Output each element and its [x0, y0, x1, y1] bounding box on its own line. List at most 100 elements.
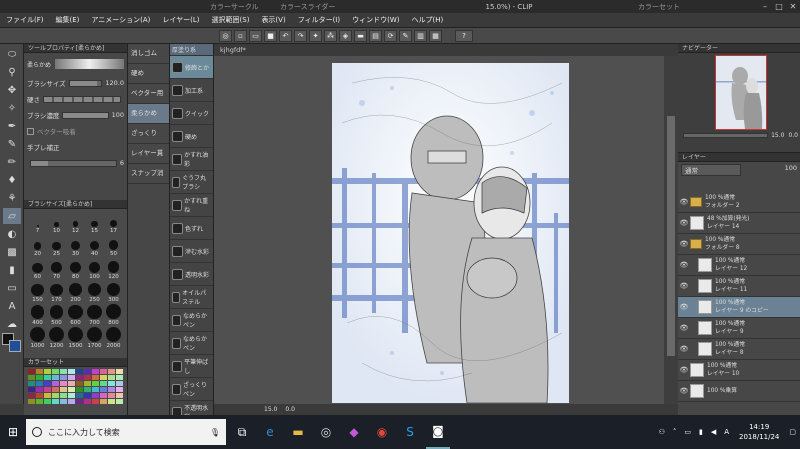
- chrome-icon[interactable]: ◉: [370, 415, 394, 449]
- brush-size-option[interactable]: 20: [28, 234, 47, 257]
- brush-size-option[interactable]: 100: [85, 257, 104, 280]
- subtool-item[interactable]: かすれ重ね: [170, 194, 213, 217]
- visibility-eye-icon[interactable]: 👁: [678, 303, 690, 311]
- color-swatch[interactable]: [52, 375, 59, 380]
- windows-start-icon[interactable]: ⊞: [0, 415, 26, 449]
- color-swatch[interactable]: [60, 381, 67, 386]
- layer-row[interactable]: 👁 100 %通常 フォルダー 2: [678, 192, 800, 213]
- subtool-group-item[interactable]: スナップ消: [128, 164, 169, 184]
- navigator-zoom-slider[interactable]: [683, 132, 769, 138]
- color-swatch[interactable]: [100, 381, 107, 386]
- taskbar-search-box[interactable]: ここに入力して検索 🎙: [26, 419, 226, 445]
- color-swatch[interactable]: [76, 369, 83, 374]
- brush-size-option[interactable]: 500: [47, 303, 66, 326]
- color-swatch[interactable]: [108, 369, 115, 374]
- brush-size-option[interactable]: 150: [28, 280, 47, 303]
- color-swatch[interactable]: [108, 393, 115, 398]
- brush-size-option[interactable]: 800: [104, 303, 123, 326]
- color-swatch[interactable]: [76, 381, 83, 386]
- color-swatch[interactable]: [60, 369, 67, 374]
- blend-icon[interactable]: ◐: [3, 226, 21, 242]
- redo-icon[interactable]: ↷: [294, 29, 307, 42]
- navigator-thumbnail[interactable]: [715, 55, 767, 130]
- canvas-artwork[interactable]: [332, 63, 569, 403]
- ruler-icon[interactable]: ▥: [414, 29, 427, 42]
- subtool-item[interactable]: 硬め: [170, 125, 213, 148]
- save-icon[interactable]: ■: [264, 29, 277, 42]
- brush-size-option[interactable]: 17: [104, 211, 123, 234]
- color-swatch[interactable]: [84, 399, 91, 404]
- color-swatch[interactable]: [76, 375, 83, 380]
- skype-icon[interactable]: S: [398, 415, 422, 449]
- visibility-eye-icon[interactable]: 👁: [678, 387, 690, 395]
- color-swatch[interactable]: [36, 381, 43, 386]
- color-swatch[interactable]: [68, 399, 75, 404]
- notification-icon[interactable]: ▢: [789, 428, 796, 436]
- brush-size-option[interactable]: 25: [47, 234, 66, 257]
- clip-studio-taskbar-icon[interactable]: ◎: [314, 415, 338, 449]
- magnifier-icon[interactable]: ⚲: [3, 64, 21, 80]
- visibility-eye-icon[interactable]: 👁: [678, 219, 690, 227]
- color-swatch[interactable]: [60, 393, 67, 398]
- clip-studio-paint-active-icon[interactable]: ◙: [426, 415, 450, 449]
- layer-row[interactable]: 👁 100 %通常 レイヤー 9 のコピー: [678, 297, 800, 318]
- brush-size-option[interactable]: 700: [85, 303, 104, 326]
- subtool-item[interactable]: かすれ油彩: [170, 148, 213, 171]
- color-swatch[interactable]: [28, 399, 35, 404]
- brush-size-option[interactable]: 40: [85, 234, 104, 257]
- paint-icon[interactable]: ◆: [342, 415, 366, 449]
- color-swatch[interactable]: [44, 393, 51, 398]
- subtool-group-item[interactable]: レイヤー貫: [128, 144, 169, 164]
- visibility-eye-icon[interactable]: 👁: [678, 198, 690, 206]
- color-swatch[interactable]: [68, 369, 75, 374]
- color-swatch[interactable]: [116, 387, 123, 392]
- visibility-eye-icon[interactable]: 👁: [678, 345, 690, 353]
- color-swatch[interactable]: [76, 399, 83, 404]
- navigator-zoom-value[interactable]: 15.0: [771, 132, 784, 139]
- brush-size-slider[interactable]: [68, 79, 103, 87]
- color-swatch[interactable]: [108, 387, 115, 392]
- brush-size-option[interactable]: 15: [85, 211, 104, 234]
- color-swatch[interactable]: [28, 375, 35, 380]
- color-swatch[interactable]: [28, 381, 35, 386]
- select-icon[interactable]: ✦: [309, 29, 322, 42]
- figure-icon[interactable]: ▭: [3, 280, 21, 296]
- open-icon[interactable]: ▭: [249, 29, 262, 42]
- layer-row[interactable]: 👁 100 %通常 レイヤー 11: [678, 276, 800, 297]
- fill-tool-icon[interactable]: ▩: [3, 244, 21, 260]
- color-swatch[interactable]: [76, 393, 83, 398]
- file-explorer-icon[interactable]: ▬: [286, 415, 310, 449]
- subtool-item[interactable]: なめらかペン: [170, 309, 213, 332]
- brush-size-option[interactable]: 60: [28, 257, 47, 280]
- brush-size-option[interactable]: 50: [104, 234, 123, 257]
- color-swatch[interactable]: [84, 369, 91, 374]
- color-swatch[interactable]: [108, 375, 115, 380]
- airbrush-icon[interactable]: ⚘: [3, 190, 21, 206]
- color-swatch[interactable]: [36, 399, 43, 404]
- color-swatch[interactable]: [116, 369, 123, 374]
- visibility-eye-icon[interactable]: 👁: [678, 366, 690, 374]
- subtool-item[interactable]: 透明水彩: [170, 263, 213, 286]
- visibility-eye-icon[interactable]: 👁: [678, 261, 690, 269]
- subtool-item[interactable]: 色ずれ: [170, 217, 213, 240]
- color-swatch[interactable]: [100, 387, 107, 392]
- color-swatch[interactable]: [108, 381, 115, 386]
- subtool-item[interactable]: 平筆伸ばし: [170, 355, 213, 378]
- balloon-icon[interactable]: ☁: [3, 316, 21, 332]
- color-swatch[interactable]: [52, 369, 59, 374]
- microphone-icon[interactable]: 🎙: [210, 428, 220, 437]
- color-swatch[interactable]: [84, 381, 91, 386]
- blend-mode-select[interactable]: 通常: [681, 164, 741, 176]
- vector-snap-checkbox[interactable]: [27, 127, 34, 135]
- color-swatch[interactable]: [68, 381, 75, 386]
- menu-item[interactable]: アニメーション(A): [85, 15, 156, 25]
- color-swatch[interactable]: [68, 387, 75, 392]
- brush-size-option[interactable]: 80: [66, 257, 85, 280]
- color-swatch[interactable]: [36, 375, 43, 380]
- color-swatch[interactable]: [60, 399, 67, 404]
- color-swatch[interactable]: [60, 375, 67, 380]
- brush-size-option[interactable]: 200: [66, 280, 85, 303]
- people-icon[interactable]: ⚇: [659, 428, 665, 436]
- brush-size-option[interactable]: 7: [28, 211, 47, 234]
- visibility-eye-icon[interactable]: 👁: [678, 324, 690, 332]
